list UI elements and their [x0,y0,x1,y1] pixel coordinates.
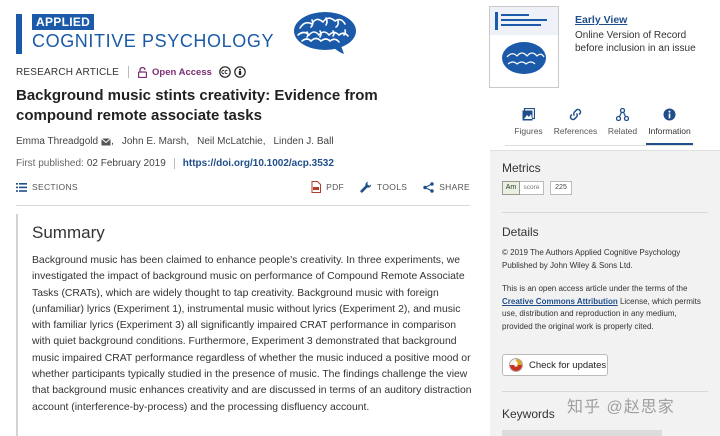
metrics-heading: Metrics [502,161,541,175]
share-button[interactable]: SHARE [423,180,470,194]
attribution-icon [234,66,246,78]
altmetric-score: 225 [550,181,572,195]
article-title: Background music stints creativity: Evid… [16,87,378,124]
summary-heading: Summary [32,223,105,242]
abstract-text: Background music has been claimed to enh… [32,255,472,413]
publication-info: First published: 02 February 2019 https:… [16,158,334,169]
tab-related[interactable]: Related [599,108,646,145]
watermark: 知乎 @赵思家 [567,399,675,416]
logo-bar [16,14,22,54]
logo-journal-name: COGNITIVE PSYCHOLOGY [32,31,275,51]
pdf-button[interactable]: PDF [311,180,344,194]
cover-bar [495,12,498,30]
open-lock-icon [138,66,148,78]
email-icon[interactable] [101,137,111,146]
early-view-description: Online Version of Record before inclusio… [575,30,696,54]
altmetric-badge: Am [502,181,520,195]
cover-line [501,19,547,21]
keyword-list-cropped [502,430,662,436]
article-type: RESEARCH ARTICLE [16,66,120,78]
early-view-link[interactable]: Early View [575,14,627,26]
doi-link[interactable]: https://doi.org/10.1002/acp.3532 [183,158,334,169]
tab-label: References [553,126,598,136]
cover-header [490,7,558,35]
crossmark-icon [509,358,523,372]
list-icon [16,182,27,192]
related-icon [616,108,629,121]
author-link[interactable]: Neil McLatchie, [197,136,265,147]
figures-icon [522,108,535,121]
sections-label: SECTIONS [32,182,78,192]
altmetric-label: score [520,181,544,195]
divider [502,212,708,213]
pdf-icon [311,181,322,193]
tab-label: Information [648,126,691,136]
creative-commons-icon [219,66,231,78]
license-text: This is an open access article under the… [502,283,706,333]
author-list: Emma Threadgold , John E. Marsh, Neil Mc… [16,136,334,147]
logo-applied-text: APPLIED [32,14,95,30]
divider [502,391,708,392]
altmetric-widget[interactable]: Am score 225 [502,181,572,195]
check-for-updates-button[interactable]: Check for updates [502,354,608,376]
cover-line [501,24,541,26]
check-for-updates-label: Check for updates [529,359,607,371]
article-meta-row: RESEARCH ARTICLE Open Access [16,65,246,79]
tab-label: Related [607,126,638,136]
author-comma: , [111,136,114,147]
cover-brain-image [502,42,546,74]
journal-cover[interactable] [489,6,559,88]
cover-line [501,14,529,16]
first-published-date: 02 February 2019 [86,158,166,169]
tab-information[interactable]: Information [646,108,693,145]
journal-logo[interactable]: APPLIED COGNITIVE PSYCHOLOGY [16,8,356,58]
tools-button[interactable]: TOOLS [360,180,407,194]
divider [173,158,175,169]
copyright-text: © 2019 The Authors Applied Cognitive Psy… [502,248,681,270]
sections-button[interactable]: SECTIONS [16,180,78,194]
creative-commons-link[interactable]: Creative Commons Attribution [502,297,618,306]
tools-label: TOOLS [377,182,408,192]
abstract-section: Summary Background music has been claime… [16,214,472,436]
tab-label: Figures [514,126,543,136]
license-text-before: This is an open access article under the… [502,284,688,293]
tab-figures[interactable]: Figures [505,108,552,145]
wrench-icon [360,181,372,193]
details-heading: Details [502,225,539,239]
brain-logo-icon [294,12,356,54]
author-link[interactable]: Linden J. Ball [274,136,334,147]
sidebar-tabs: Figures References Related Information [505,108,693,146]
author-link[interactable]: Emma Threadgold [16,136,98,147]
first-published-label: First published: [16,158,84,169]
author-link[interactable]: John E. Marsh, [122,136,189,147]
keywords-heading: Keywords [502,407,555,421]
pdf-label: PDF [326,182,345,192]
info-icon [663,108,676,121]
article-toolbar: SECTIONS PDF TOOLS SHARE [16,180,470,206]
divider [128,66,130,78]
share-label: SHARE [439,182,470,192]
tab-references[interactable]: References [552,108,599,145]
link-icon [569,108,582,121]
share-icon [423,181,434,193]
open-access-label: Open Access [152,66,212,78]
